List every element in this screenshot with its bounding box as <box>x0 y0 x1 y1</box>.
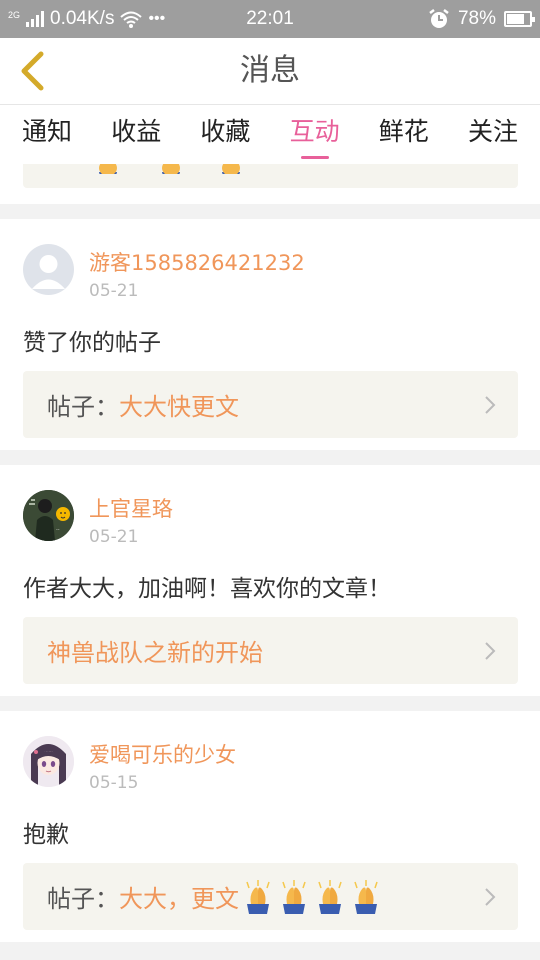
battery-percent: 78% <box>457 8 496 29</box>
pray-hands-icon <box>246 879 270 914</box>
pray-hands-icon <box>99 164 240 174</box>
default-avatar-icon[interactable] <box>23 244 74 295</box>
tab-0[interactable]: 通知 <box>22 105 72 165</box>
ref-title: 大大，更文 <box>119 885 239 913</box>
post-reference[interactable]: 帖子： 大大快更文 <box>23 371 518 438</box>
photo-avatar[interactable]: ·· <box>23 490 74 541</box>
svg-text:··: ·· <box>56 527 60 534</box>
message-card[interactable]: 爱喝可乐的少女 05-15 抱歉 帖子： 大大，更文 <box>0 711 540 942</box>
message-content: 赞了你的帖子 <box>23 330 161 356</box>
pray-hands-icon <box>318 879 342 914</box>
pray-hands-icon <box>354 879 378 914</box>
message-card[interactable]: ·· 上官星珞 05-21 作者大大，加油啊！喜欢你的文章！ 神兽战队之新的开始 <box>0 465 540 696</box>
tab-2[interactable]: 收藏 <box>200 105 250 165</box>
status-right: 78% <box>428 0 535 38</box>
username[interactable]: 爱喝可乐的少女 <box>89 739 236 769</box>
message-date: 05-15 <box>89 773 139 793</box>
chevron-right-icon <box>485 642 496 660</box>
ref-prefix: 帖子： <box>47 393 119 421</box>
pray-hands-icon <box>282 879 306 914</box>
tab-1[interactable]: 收益 <box>111 105 161 165</box>
tab-bar: 通知 收益 收藏 互动 鲜花 关注 <box>0 104 540 164</box>
header: 消息 <box>0 38 540 104</box>
message-content: 作者大大，加油啊！喜欢你的文章！ <box>23 576 391 602</box>
tab-5[interactable]: 关注 <box>468 105 518 165</box>
previous-message-card <box>0 164 540 204</box>
message-feed[interactable]: 游客1585826421232 05-21 赞了你的帖子 帖子： 大大快更文 ··… <box>0 164 540 960</box>
message-content: 抱歉 <box>23 822 69 848</box>
ref-title: 神兽战队之新的开始 <box>47 639 263 667</box>
battery-icon <box>504 11 535 27</box>
anime-avatar[interactable] <box>23 736 74 787</box>
status-bar: 2G 0.04K/s ••• 22:01 78% <box>0 0 540 38</box>
ref-title: 大大快更文 <box>119 393 239 421</box>
battery-fill <box>507 14 525 24</box>
message-date: 05-21 <box>89 281 139 301</box>
tab-3[interactable]: 互动 <box>290 105 340 165</box>
post-reference[interactable]: 神兽战队之新的开始 <box>23 617 518 684</box>
tab-4[interactable]: 鲜花 <box>379 105 429 165</box>
chevron-right-icon <box>485 888 496 906</box>
previous-reference-box <box>23 164 518 188</box>
username[interactable]: 上官星珞 <box>89 493 173 523</box>
alarm-clock-icon <box>429 9 449 28</box>
username[interactable]: 游客1585826421232 <box>89 247 305 277</box>
page-title: 消息 <box>240 53 300 88</box>
chevron-right-icon <box>485 396 496 414</box>
pray-emoji-row <box>239 879 383 914</box>
message-card[interactable]: 游客1585826421232 05-21 赞了你的帖子 帖子： 大大快更文 <box>0 219 540 450</box>
post-reference[interactable]: 帖子： 大大，更文 <box>23 863 518 930</box>
message-date: 05-21 <box>89 527 139 547</box>
ref-prefix: 帖子： <box>47 885 119 913</box>
